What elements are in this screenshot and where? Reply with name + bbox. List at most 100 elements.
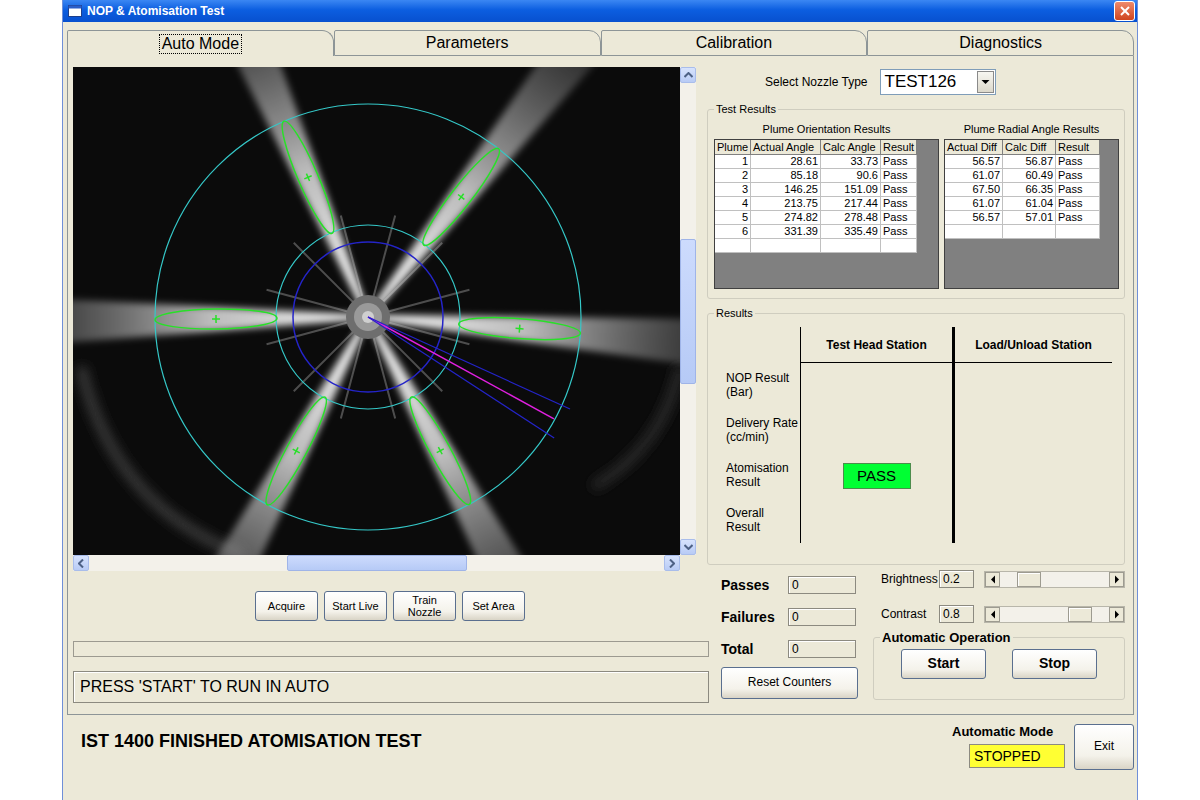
table-cell: Pass [881,197,917,211]
result-label: AtomisationResult [714,453,800,498]
tab[interactable]: Auto Mode [67,30,334,56]
blank-cell [1003,225,1056,239]
reference-line [368,317,554,419]
reference-bound [368,317,554,438]
slider-arrow[interactable] [1109,572,1124,587]
plume [73,293,358,345]
table-cell: Pass [881,183,917,197]
table-cell: 278.48 [821,211,881,225]
image-button[interactable]: Start Live [324,591,387,621]
blank-cell [881,239,917,253]
blank-cell [945,225,1003,239]
scroll-thumb[interactable] [680,239,696,384]
table-cell: 85.18 [751,169,821,183]
title-bar: NOP & Atomisation Test [63,0,1137,22]
blank-cell [1056,225,1100,239]
plume-contour [458,314,581,343]
slider-value[interactable]: 0.2 [939,570,974,588]
table-cell: 331.39 [751,225,821,239]
table-cell: 56.57 [945,211,1003,225]
table-cell: 61.07 [945,197,1003,211]
combo-button[interactable] [977,71,994,93]
close-button[interactable] [1114,1,1135,21]
table-title: Plume Radial Angle Results [944,123,1119,139]
slider-track[interactable] [984,606,1125,623]
slider-label: Brightness [881,572,933,586]
counter-value: 0 [788,576,856,594]
load-unload-cell [952,498,1112,543]
auto-button[interactable]: Start [901,649,986,679]
table-cell: Pass [881,155,917,169]
table-cell: 1 [715,155,751,169]
test-head-cell [800,498,952,543]
table-cell: 274.82 [751,211,821,225]
arrow-left-icon [78,559,84,568]
table-cell: 5 [715,211,751,225]
slider-arrow[interactable] [985,607,1000,622]
scroll-arrow[interactable] [73,555,89,571]
scroll-thumb[interactable] [287,555,467,571]
nozzle-combo[interactable]: TEST126 [880,69,996,95]
reset-counters-button[interactable]: Reset Counters [721,667,858,699]
slider-track[interactable] [984,571,1125,588]
table-cell: 61.04 [1003,197,1056,211]
app-window: NOP & Atomisation Test Auto ModeParameter… [62,0,1138,800]
plume-contour [416,143,507,252]
plume [186,314,384,555]
slider-arrow[interactable] [1109,607,1124,622]
image-area [73,67,680,555]
plume-contour [259,392,334,509]
result-badge: PASS [843,463,911,489]
plume-contour [402,392,478,509]
tab[interactable]: Calibration [601,30,868,56]
table-cell: 3 [715,183,751,197]
automatic-operation-group: Automatic OperationStartStop [873,630,1125,700]
results-table: Plume Radial Angle ResultsActual DiffCal… [944,123,1119,289]
app-window-icon [68,5,82,17]
image-viewer [73,67,696,571]
table-cell: 56.87 [1003,155,1056,169]
table-cell: 146.25 [751,183,821,197]
scroll-arrow[interactable] [680,539,696,555]
scroll-arrow[interactable] [664,555,680,571]
table-cell: Pass [1056,169,1100,183]
test-head-cell: PASS [800,453,952,498]
table-cell: 61.07 [945,169,1003,183]
counter-row: Failures0 [721,601,867,633]
vertical-scrollbar[interactable] [680,67,696,555]
blank-cell [751,239,821,253]
tab[interactable]: Diagnostics [867,30,1134,56]
slider-value[interactable]: 0.8 [939,605,974,623]
table-cell: 66.35 [1003,183,1056,197]
camera-image [73,67,680,555]
table-cell: Pass [881,225,917,239]
page: NOP & Atomisation Test Auto ModeParameter… [0,0,1200,800]
auto-button[interactable]: Stop [1012,649,1097,679]
mode-block: Automatic ModeSTOPPED [952,724,1065,768]
table-cell: 56.57 [945,155,1003,169]
tab[interactable]: Parameters [334,30,601,56]
slider-arrow[interactable] [985,572,1000,587]
table-cell: 33.73 [821,155,881,169]
table-cell: 90.6 [821,169,881,183]
column-header: Calc Angle [821,140,881,155]
counters: Passes0Failures0Total0Reset Counters [707,569,867,700]
slider-thumb[interactable] [1017,572,1041,587]
table-cell: Pass [881,169,917,183]
scroll-arrow[interactable] [680,67,696,83]
table-cell: Pass [1056,183,1100,197]
table-grid: Actual DiffCalc DiffResult56.5756.87Pass… [944,139,1119,289]
image-button[interactable]: Train Nozzle [393,591,456,621]
exit-button[interactable]: Exit [1074,724,1134,770]
outer-ring [155,104,581,530]
plume [376,294,680,367]
image-button[interactable]: Set Area [462,591,525,621]
table-cell: 57.01 [1003,211,1056,225]
arrow-right-icon [1114,575,1120,584]
image-button[interactable]: Acquire [255,591,318,621]
slider-thumb[interactable] [1068,607,1092,622]
table-cell: 28.61 [751,155,821,169]
result-label: OverallResult [714,498,800,543]
counter-row: Total0 [721,633,867,665]
horizontal-scrollbar[interactable] [73,555,680,571]
